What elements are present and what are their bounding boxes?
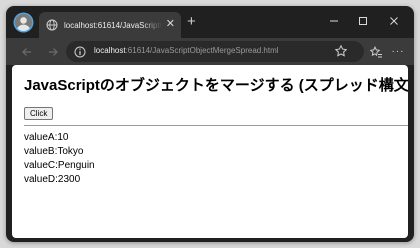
output-line: valueB:Tokyo [24, 146, 84, 157]
favorites-icon[interactable] [369, 45, 383, 59]
more-icon[interactable]: ··· [391, 45, 405, 59]
toolbar: localhost:61614/JavaScriptObjectMergeSpr… [6, 38, 414, 65]
output-line: valueA:10 [24, 132, 69, 143]
browser-window: localhost:61614/JavaScriptObjectMergeSpr… [6, 6, 414, 242]
url-text: localhost:61614/JavaScriptObjectMergeSpr… [94, 46, 279, 55]
maximize-icon[interactable] [353, 13, 373, 29]
tab-title: localhost:61614/JavaScriptObjectMergeSpr… [64, 20, 162, 30]
output-line: valueC:Penguin [24, 160, 95, 171]
output-list: valueA:10 valueB:Tokyo valueC:Penguin va… [24, 131, 95, 187]
url-host: localhost [94, 46, 126, 55]
click-button[interactable]: Click [24, 107, 54, 120]
address-bar[interactable]: localhost:61614/JavaScriptObjectMergeSpr… [66, 41, 364, 62]
profile-avatar-icon[interactable] [15, 14, 32, 31]
plus-icon[interactable]: + [187, 14, 196, 30]
window-close-icon[interactable] [384, 13, 404, 29]
page-title: JavaScriptのオブジェクトをマージする (スプレッド構文) [24, 77, 408, 94]
url-path: :61614/JavaScriptObjectMergeSpread.html [125, 46, 279, 55]
minimize-icon[interactable] [324, 13, 344, 29]
page-viewport: JavaScriptのオブジェクトをマージする (スプレッド構文) Click … [12, 65, 408, 238]
tab-active[interactable]: localhost:61614/JavaScriptObjectMergeSpr… [39, 12, 181, 38]
back-arrow-icon[interactable] [19, 44, 35, 60]
output-line: valueD:2300 [24, 174, 81, 185]
globe-icon [46, 19, 58, 31]
tab-strip: localhost:61614/JavaScriptObjectMergeSpr… [6, 6, 414, 38]
info-icon[interactable] [74, 45, 86, 58]
star-icon[interactable] [334, 44, 348, 58]
divider [24, 125, 408, 126]
forward-arrow-icon[interactable] [45, 44, 61, 60]
close-icon[interactable]: ✕ [166, 17, 175, 31]
